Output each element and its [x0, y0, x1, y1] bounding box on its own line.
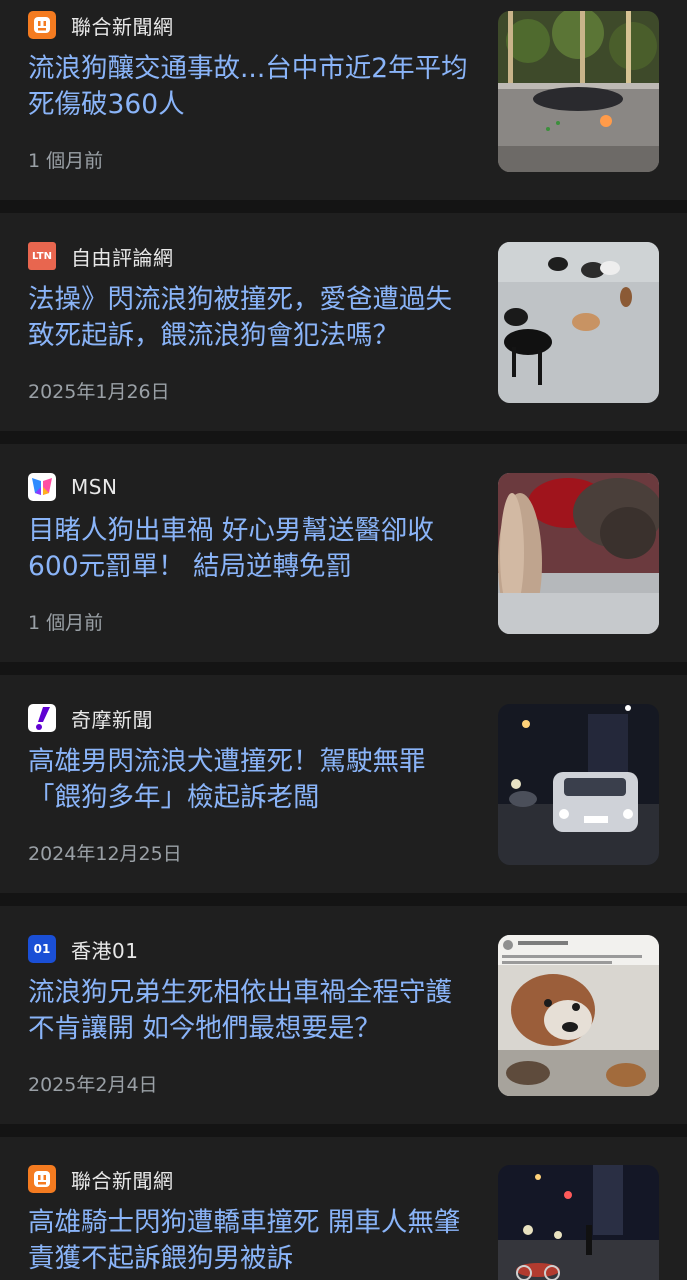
article-thumbnail[interactable]	[498, 935, 659, 1096]
source-name: 香港01	[71, 938, 139, 963]
source-name: 奇摩新聞	[71, 707, 153, 732]
hk01-logo-icon: 01	[28, 935, 56, 963]
news-source: 奇摩新聞	[28, 704, 153, 732]
news-source: MSN	[28, 473, 117, 501]
msn-butterfly-icon	[28, 473, 56, 501]
udn-outlet-icon	[28, 1165, 56, 1193]
article-timestamp: 1 個月前	[28, 612, 104, 634]
news-card[interactable]: MSN 目睹人狗出車禍 好心男幫送醫卻收600元罰單！ 結局逆轉免罰 1 個月前	[0, 444, 687, 662]
article-headline[interactable]: 目睹人狗出車禍 好心男幫送醫卻收600元罰單！ 結局逆轉免罰	[28, 513, 468, 585]
article-headline[interactable]: 高雄男閃流浪犬遭撞死！駕駛無罪「餵狗多年」檢起訴老闆	[28, 744, 468, 816]
hk01-logo-text: 01	[33, 942, 51, 956]
source-name: 聯合新聞網	[71, 1168, 174, 1193]
article-thumbnail[interactable]	[498, 242, 659, 403]
source-name: 聯合新聞網	[71, 14, 174, 39]
ltn-logo-text: LTN	[32, 250, 52, 262]
news-feed: 聯合新聞網 流浪狗釀交通事故...台中市近2年平均死傷破360人 1 個月前 L…	[0, 0, 687, 1280]
article-thumbnail[interactable]	[498, 473, 659, 634]
article-headline[interactable]: 流浪狗兄弟生死相依出車禍全程守護不肯讓開 如今牠們最想要是？	[28, 975, 468, 1047]
article-thumbnail[interactable]	[498, 11, 659, 172]
article-timestamp: 2025年2月4日	[28, 1074, 158, 1096]
yahoo-exclamation-icon	[28, 704, 56, 732]
source-name: MSN	[71, 475, 118, 499]
news-source: 聯合新聞網	[28, 1165, 174, 1193]
article-thumbnail[interactable]	[498, 1165, 659, 1280]
article-timestamp: 1 個月前	[28, 150, 104, 172]
news-source: LTN 自由評論網	[28, 242, 174, 270]
news-card[interactable]: 奇摩新聞 高雄男閃流浪犬遭撞死！駕駛無罪「餵狗多年」檢起訴老闆 2024年12月…	[0, 675, 687, 893]
news-card[interactable]: LTN 自由評論網 法操》閃流浪狗被撞死，愛爸遭過失致死起訴，餵流浪狗會犯法嗎？…	[0, 213, 687, 431]
news-card[interactable]: 聯合新聞網 高雄騎士閃狗遭轎車撞死 開車人無肇責獲不起訴餵狗男被訴	[0, 1137, 687, 1280]
article-headline[interactable]: 流浪狗釀交通事故...台中市近2年平均死傷破360人	[28, 51, 468, 123]
article-thumbnail[interactable]	[498, 704, 659, 865]
article-timestamp: 2025年1月26日	[28, 381, 170, 403]
article-timestamp: 2024年12月25日	[28, 843, 182, 865]
article-headline[interactable]: 高雄騎士閃狗遭轎車撞死 開車人無肇責獲不起訴餵狗男被訴	[28, 1205, 468, 1277]
news-card[interactable]: 01 香港01 流浪狗兄弟生死相依出車禍全程守護不肯讓開 如今牠們最想要是？ 2…	[0, 906, 687, 1124]
udn-outlet-icon	[28, 11, 56, 39]
news-source: 聯合新聞網	[28, 11, 174, 39]
article-headline[interactable]: 法操》閃流浪狗被撞死，愛爸遭過失致死起訴，餵流浪狗會犯法嗎？	[28, 282, 468, 354]
news-source: 01 香港01	[28, 935, 138, 963]
source-name: 自由評論網	[71, 245, 174, 270]
ltn-logo-icon: LTN	[28, 242, 56, 270]
news-card[interactable]: 聯合新聞網 流浪狗釀交通事故...台中市近2年平均死傷破360人 1 個月前	[0, 0, 687, 200]
